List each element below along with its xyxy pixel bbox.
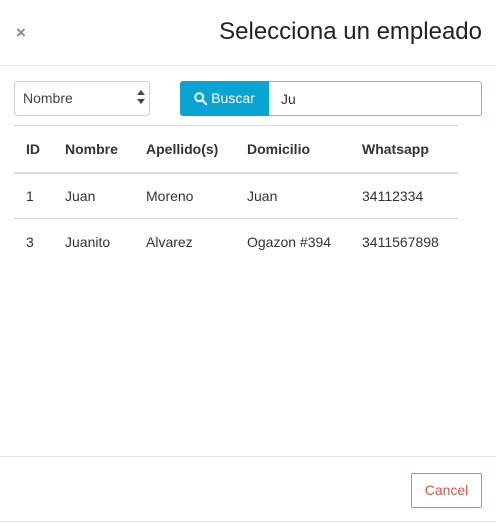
- search-button-label: Buscar: [211, 90, 255, 106]
- column-header-whatsapp: Whatsapp: [362, 140, 429, 157]
- cell-id: 1: [26, 187, 34, 204]
- table-header: ID Nombre Apellido(s) Domicilio Whatsapp: [14, 125, 458, 173]
- modal-footer: Cancel: [0, 456, 496, 522]
- cell-nombre: Juanito: [65, 233, 111, 250]
- cell-id: 3: [26, 233, 34, 250]
- column-header-nombre: Nombre: [65, 140, 118, 157]
- employee-select-modal: × Selecciona un empleado Nombre Buscar I…: [0, 0, 496, 523]
- column-header-id: ID: [26, 140, 40, 157]
- cell-apellidos: Alvarez: [146, 233, 193, 250]
- cell-whatsapp: 3411567898: [362, 233, 439, 250]
- employee-table-wrapper: ID Nombre Apellido(s) Domicilio Whatsapp…: [14, 125, 458, 265]
- column-header-domicilio: Domicilio: [247, 140, 311, 157]
- cell-domicilio: Juan: [247, 187, 278, 204]
- modal-title: Selecciona un empleado: [219, 18, 482, 45]
- search-field-select[interactable]: Nombre: [14, 81, 150, 116]
- cell-whatsapp: 34112334: [362, 187, 424, 204]
- search-input[interactable]: [269, 81, 482, 116]
- cell-domicilio: Ogazon #394: [247, 233, 332, 250]
- column-header-apellidos: Apellido(s): [146, 140, 219, 157]
- cell-apellidos: Moreno: [146, 187, 194, 204]
- table-header-row: ID Nombre Apellido(s) Domicilio Whatsapp: [14, 125, 458, 173]
- close-button[interactable]: ×: [12, 22, 30, 44]
- select-arrows-icon: [137, 90, 145, 108]
- search-button[interactable]: Buscar: [180, 81, 269, 116]
- search-field-select-value: Nombre: [23, 90, 73, 106]
- table-row[interactable]: 1 Juan Moreno Juan 34112334: [14, 173, 458, 219]
- cell-nombre: Juan: [65, 187, 96, 204]
- table-row[interactable]: 3 Juanito Alvarez Ogazon #394 3411567898: [14, 219, 458, 265]
- employee-table: ID Nombre Apellido(s) Domicilio Whatsapp…: [14, 125, 458, 265]
- cancel-button[interactable]: Cancel: [411, 473, 482, 508]
- table-body: 1 Juan Moreno Juan 34112334 3 Juanito Al…: [14, 173, 458, 265]
- modal-header: × Selecciona un empleado: [0, 0, 496, 66]
- search-icon: [194, 92, 208, 105]
- search-bar: Nombre Buscar: [0, 81, 496, 117]
